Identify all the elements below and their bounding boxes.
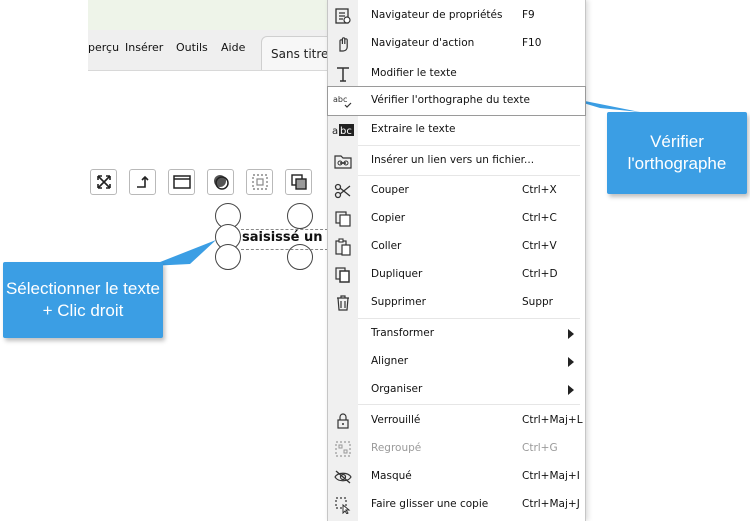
menu-item-duplicate[interactable]: Dupliquer Ctrl+D [328, 261, 585, 289]
drag-copy-icon [332, 495, 354, 515]
callout-spellcheck: Vérifier l'orthographe [607, 112, 747, 194]
submenu-arrow-icon [568, 357, 574, 367]
svg-text:abc: abc [333, 95, 347, 104]
spellcheck-icon: abc [332, 91, 354, 111]
menu-item-paste[interactable]: Coller Ctrl+V [328, 233, 585, 261]
menu-item-delete[interactable]: Supprimer Suppr [328, 289, 585, 317]
menu-item-drag-copy[interactable]: Faire glisser une copie Ctrl+Maj+J [328, 491, 585, 519]
trash-icon [332, 293, 354, 313]
menu-item-edit-text[interactable]: Modifier le texte [328, 60, 585, 88]
menu-item-align[interactable]: Aligner [328, 348, 585, 376]
menu-item-properties-navigator[interactable]: Navigateur de propriétés F9 [328, 2, 585, 30]
menu-item-cut[interactable]: Couper Ctrl+X [328, 177, 585, 205]
duplicate-icon [332, 265, 354, 285]
hand-icon [332, 34, 354, 54]
eye-hidden-icon [332, 467, 354, 487]
svg-text:a: a [332, 126, 338, 137]
extract-text-icon: a bc [332, 120, 354, 140]
properties-icon [332, 6, 354, 26]
scissors-icon [332, 181, 354, 201]
menu-item-spellcheck[interactable]: abc Vérifier l'orthographe du texte [327, 86, 586, 116]
submenu-arrow-icon [568, 329, 574, 339]
menu-item-transform[interactable]: Transformer [328, 320, 585, 348]
menu-item-insert-file-link[interactable]: Insérer un lien vers un fichier... [328, 147, 585, 175]
menu-item-copy[interactable]: Copier Ctrl+C [328, 205, 585, 233]
copy-icon [332, 209, 354, 229]
menu-item-hidden[interactable]: Masqué Ctrl+Maj+I [328, 463, 585, 491]
context-menu: Navigateur de propriétés F9 Navigateur d… [327, 0, 586, 521]
group-icon [332, 439, 354, 459]
text-icon [332, 64, 354, 84]
lock-icon [332, 411, 354, 431]
link-folder-icon [332, 151, 354, 171]
paste-icon [332, 237, 354, 257]
menu-item-action-navigator[interactable]: Navigateur d'action F10 [328, 30, 585, 58]
menu-item-extract-text[interactable]: a bc Extraire le texte [328, 116, 585, 144]
menu-item-grouped[interactable]: Regroupé Ctrl+G [328, 435, 585, 463]
callout-select-text: Sélectionner le texte + Clic droit [3, 262, 163, 338]
menu-item-locked[interactable]: Verrouillé Ctrl+Maj+L [328, 407, 585, 435]
svg-text:bc: bc [340, 126, 352, 137]
menu-item-arrange[interactable]: Organiser [328, 376, 585, 404]
submenu-arrow-icon [568, 385, 574, 395]
